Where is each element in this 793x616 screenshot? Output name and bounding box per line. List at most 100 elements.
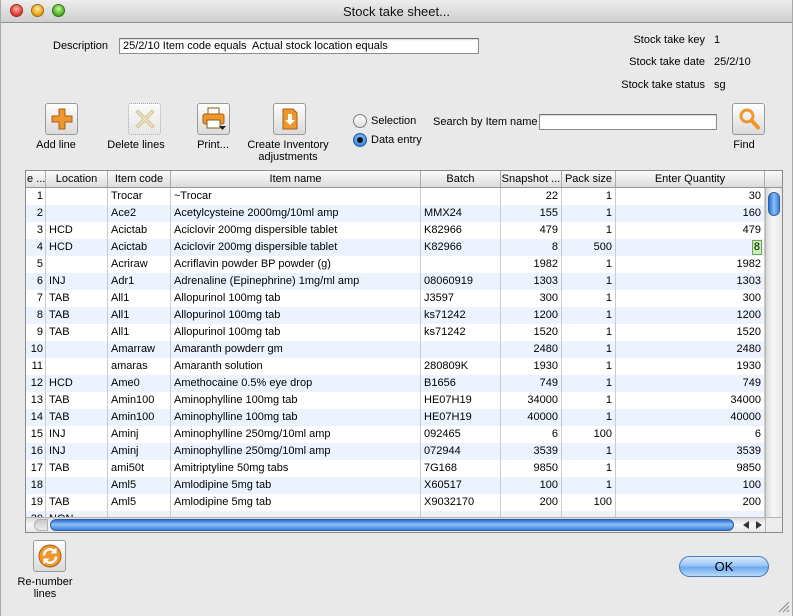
find-button[interactable] — [732, 103, 765, 135]
cell-pack-size: 1 — [562, 477, 616, 494]
column-header-snapshot[interactable]: Snapshot ... — [501, 171, 562, 187]
table-row[interactable]: 5 Acriraw Acriflavin powder BP powder (g) 1… — [26, 256, 765, 273]
table-row[interactable]: 14 TAB Amin100 Aminophylline 100mg tab HE07H… — [26, 409, 765, 426]
vertical-scroll-thumb[interactable] — [768, 192, 780, 216]
cell-enter-quantity[interactable]: 1520 — [616, 324, 765, 341]
cell-line: 11 — [26, 358, 46, 375]
cell-enter-quantity[interactable]: 2480 — [616, 341, 765, 358]
cell-line: 5 — [26, 256, 46, 273]
cell-enter-quantity[interactable]: 160 — [616, 205, 765, 222]
cell-batch: HE07H19 — [421, 392, 501, 409]
cell-item-name: Amethocaine 0.5% eye drop — [171, 375, 421, 392]
ok-button[interactable]: OK — [679, 556, 769, 577]
create-inventory-adjustments-button[interactable] — [273, 103, 306, 135]
scroll-left-arrow-icon[interactable] — [740, 519, 752, 531]
cell-batch — [421, 341, 501, 358]
cell-location: TAB — [46, 324, 108, 341]
cell-line: 12 — [26, 375, 46, 392]
table-row[interactable]: 3 HCD Acictab Aciclovir 200mg dispersible t… — [26, 222, 765, 239]
horizontal-scrollbar[interactable] — [26, 517, 765, 532]
horizontal-scroll-thumb[interactable] — [50, 519, 734, 531]
resize-grip-icon[interactable] — [777, 600, 790, 613]
scroll-right-arrow-icon[interactable] — [752, 519, 764, 531]
cell-enter-quantity[interactable]: 200 — [616, 494, 765, 511]
cell-line: 13 — [26, 392, 46, 409]
table-row[interactable]: 13 TAB Amin100 Aminophylline 100mg tab HE07H… — [26, 392, 765, 409]
table-row[interactable]: 9 TAB All1 Allopurinol 100mg tab ks71242 1520… — [26, 324, 765, 341]
column-header-pack-size[interactable]: Pack size — [562, 171, 616, 187]
selection-radio-label[interactable]: Selection — [371, 115, 416, 128]
cell-enter-quantity[interactable]: 40000 — [616, 409, 765, 426]
cell-snapshot: 1200 — [501, 307, 562, 324]
title-bar[interactable]: Stock take sheet... — [1, 0, 792, 23]
data-entry-radio[interactable] — [353, 133, 367, 147]
table-row[interactable]: 12 HCD Ame0 Amethocaine 0.5% eye drop B1656 7… — [26, 375, 765, 392]
cell-enter-quantity[interactable]: 749 — [616, 375, 765, 392]
cell-enter-quantity[interactable]: 8 — [616, 239, 765, 256]
table-row[interactable]: 6 INJ Adr1 Adrenaline (Epinephrine) 1mg/ml … — [26, 273, 765, 290]
cell-enter-quantity[interactable]: 100 — [616, 477, 765, 494]
delete-lines-button[interactable] — [128, 103, 161, 135]
cell-snapshot: 6 — [501, 426, 562, 443]
table-row[interactable]: 11 amaras Amaranth solution 280809K 1930 1 193… — [26, 358, 765, 375]
cell-snapshot: 200 — [501, 494, 562, 511]
table-header: e ... Location Item code Item name Batch Snap… — [26, 171, 782, 188]
cell-location — [46, 477, 108, 494]
table-row[interactable]: 4 HCD Acictab Aciclovir 200mg dispersible t… — [26, 239, 765, 256]
cell-pack-size: 100 — [562, 494, 616, 511]
description-field[interactable] — [119, 38, 479, 54]
add-line-button[interactable] — [45, 103, 78, 135]
column-header-item-code[interactable]: Item code — [108, 171, 171, 187]
cell-item-code: All1 — [108, 290, 171, 307]
table-row[interactable]: 10 Amarraw Amaranth powderr gm 2480 1 2480 — [26, 341, 765, 358]
cell-item-name: Amlodipine 5mg tab — [171, 477, 421, 494]
table-body[interactable]: 1 Trocar ~Trocar 22 1 30 2 Ace2 Acetylcysteine 2… — [26, 188, 765, 517]
cell-enter-quantity[interactable]: 30 — [616, 188, 765, 205]
cell-enter-quantity[interactable]: 3539 — [616, 443, 765, 460]
column-header-enter-quantity[interactable]: Enter Quantity — [616, 171, 765, 187]
cell-location — [46, 188, 108, 205]
cell-item-code: Aminj — [108, 426, 171, 443]
data-entry-radio-label[interactable]: Data entry — [371, 134, 422, 147]
renumber-lines-button[interactable] — [33, 540, 66, 572]
table-row[interactable]: 7 TAB All1 Allopurinol 100mg tab J3597 300 1 30… — [26, 290, 765, 307]
cell-pack-size: 1 — [562, 222, 616, 239]
cell-enter-quantity[interactable]: 1982 — [616, 256, 765, 273]
table-row[interactable]: 1 Trocar ~Trocar 22 1 30 — [26, 188, 765, 205]
cell-enter-quantity[interactable]: 1200 — [616, 307, 765, 324]
search-input[interactable] — [539, 114, 717, 130]
table-row[interactable]: 8 TAB All1 Allopurinol 100mg tab ks71242 1200… — [26, 307, 765, 324]
cell-pack-size: 500 — [562, 239, 616, 256]
table-row[interactable]: 17 TAB ami50t Amitriptyline 50mg tabs 7G168 9… — [26, 460, 765, 477]
cell-batch — [421, 256, 501, 273]
cell-enter-quantity[interactable]: 6 — [616, 426, 765, 443]
scrollbar-corner — [765, 517, 782, 532]
cell-pack-size: 1 — [562, 290, 616, 307]
cell-location: TAB — [46, 494, 108, 511]
cell-batch: X9032170 — [421, 494, 501, 511]
cell-enter-quantity[interactable]: 9850 — [616, 460, 765, 477]
column-header-line[interactable]: e ... — [26, 171, 46, 187]
column-header-location[interactable]: Location — [46, 171, 108, 187]
selection-radio[interactable] — [353, 114, 367, 128]
cell-line: 15 — [26, 426, 46, 443]
table-row[interactable]: 18 Aml5 Amlodipine 5mg tab X60517 100 1 100 — [26, 477, 765, 494]
table-row[interactable]: 16 INJ Aminj Aminophylline 250mg/10ml amp 07… — [26, 443, 765, 460]
cell-enter-quantity[interactable]: 1930 — [616, 358, 765, 375]
quantity-edit-field[interactable]: 8 — [751, 239, 762, 255]
table-row[interactable]: 15 INJ Aminj Aminophylline 250mg/10ml amp 09… — [26, 426, 765, 443]
vertical-scrollbar[interactable] — [765, 188, 782, 517]
cell-line: 18 — [26, 477, 46, 494]
cell-enter-quantity[interactable]: 1303 — [616, 273, 765, 290]
stock-take-table[interactable]: e ... Location Item code Item name Batch Snap… — [25, 170, 783, 533]
print-button[interactable] — [197, 103, 230, 135]
table-row[interactable]: 19 TAB Aml5 Amlodipine 5mg tab X9032170 200 10… — [26, 494, 765, 511]
table-row[interactable]: 2 Ace2 Acetylcysteine 2000mg/10ml amp MMX24… — [26, 205, 765, 222]
column-header-item-name[interactable]: Item name — [171, 171, 421, 187]
cell-snapshot: 155 — [501, 205, 562, 222]
cell-enter-quantity[interactable]: 34000 — [616, 392, 765, 409]
cell-enter-quantity[interactable]: 300 — [616, 290, 765, 307]
cell-enter-quantity[interactable]: 479 — [616, 222, 765, 239]
cell-line: 8 — [26, 307, 46, 324]
column-header-batch[interactable]: Batch — [421, 171, 501, 187]
